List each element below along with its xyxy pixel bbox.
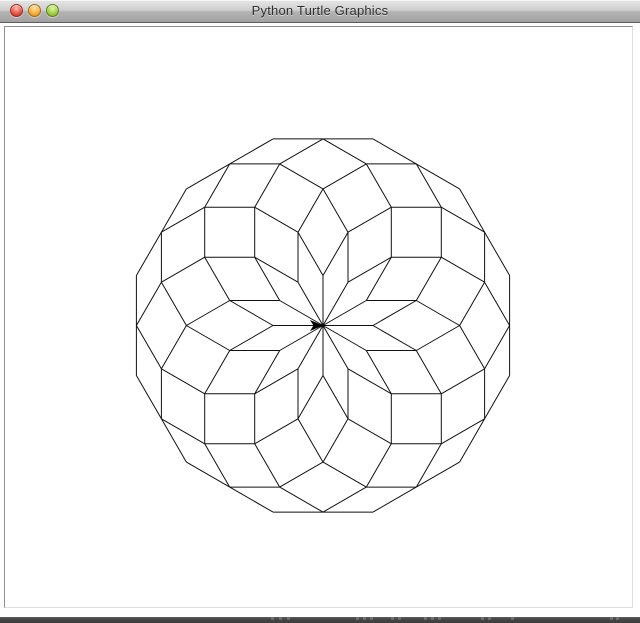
background-window-strip: [0, 617, 640, 623]
window-title: Python Turtle Graphics: [0, 3, 640, 18]
drawing-canvas[interactable]: [4, 26, 633, 608]
turtle-graphics-window: Python Turtle Graphics: [0, 0, 640, 623]
canvas-area: [0, 23, 640, 617]
titlebar: Python Turtle Graphics: [0, 0, 640, 23]
